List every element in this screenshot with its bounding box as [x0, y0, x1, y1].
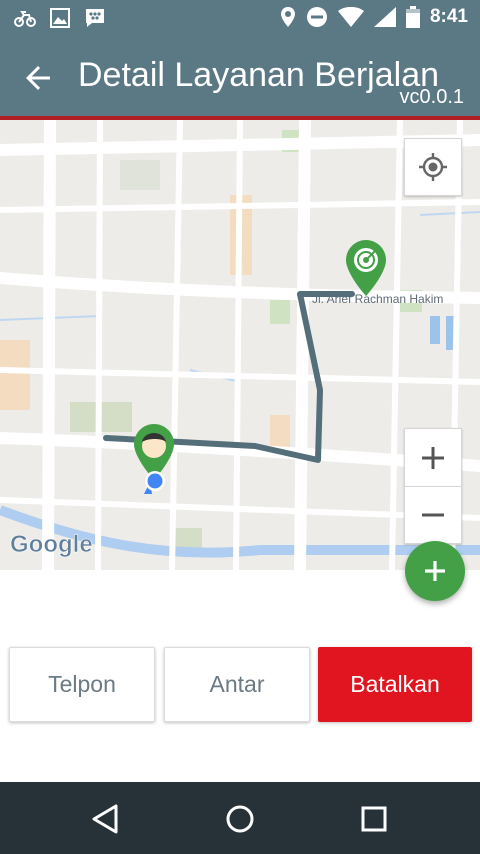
- home-circle-icon[interactable]: [218, 800, 262, 838]
- image-notification-icon: [50, 8, 70, 28]
- arrow-back-icon[interactable]: [20, 60, 56, 96]
- bbm-chat-icon: [86, 9, 104, 27]
- status-time: 8:41: [429, 6, 468, 27]
- version-label: vc0.0.1: [399, 86, 464, 108]
- destination-pin-icon[interactable]: [346, 240, 386, 296]
- google-logo: Google: [10, 531, 93, 558]
- recents-square-icon[interactable]: [352, 800, 396, 838]
- system-nav-bar: [0, 782, 480, 854]
- app-bar: Detail Layanan Berjalan vc0.0.1: [0, 36, 480, 116]
- my-location-icon: [419, 153, 447, 181]
- current-location-icon: [144, 471, 165, 494]
- bike-notification-icon: [14, 11, 36, 27]
- wifi-icon: [337, 7, 364, 27]
- signal-icon: [373, 7, 396, 27]
- back-triangle-icon[interactable]: [84, 800, 128, 838]
- do-not-disturb-icon: [306, 7, 327, 27]
- minus-icon: [422, 513, 444, 517]
- status-bar: 8:41: [0, 0, 480, 36]
- zoom-out-button[interactable]: [404, 486, 462, 544]
- batalkan-button[interactable]: Batalkan: [318, 647, 472, 722]
- my-location-button[interactable]: [404, 138, 462, 196]
- location-icon: [280, 7, 295, 27]
- antar-button[interactable]: Antar: [164, 647, 310, 722]
- page-title: Detail Layanan Berjalan: [78, 56, 440, 94]
- plus-icon: [425, 561, 445, 581]
- map-view[interactable]: Jl. Arief Rachman Hakim Google: [0, 120, 480, 570]
- zoom-in-button[interactable]: [404, 428, 462, 486]
- add-fab-button[interactable]: [405, 541, 465, 601]
- plus-icon: [422, 446, 444, 469]
- battery-icon: [405, 6, 420, 28]
- telpon-button[interactable]: Telpon: [9, 647, 155, 722]
